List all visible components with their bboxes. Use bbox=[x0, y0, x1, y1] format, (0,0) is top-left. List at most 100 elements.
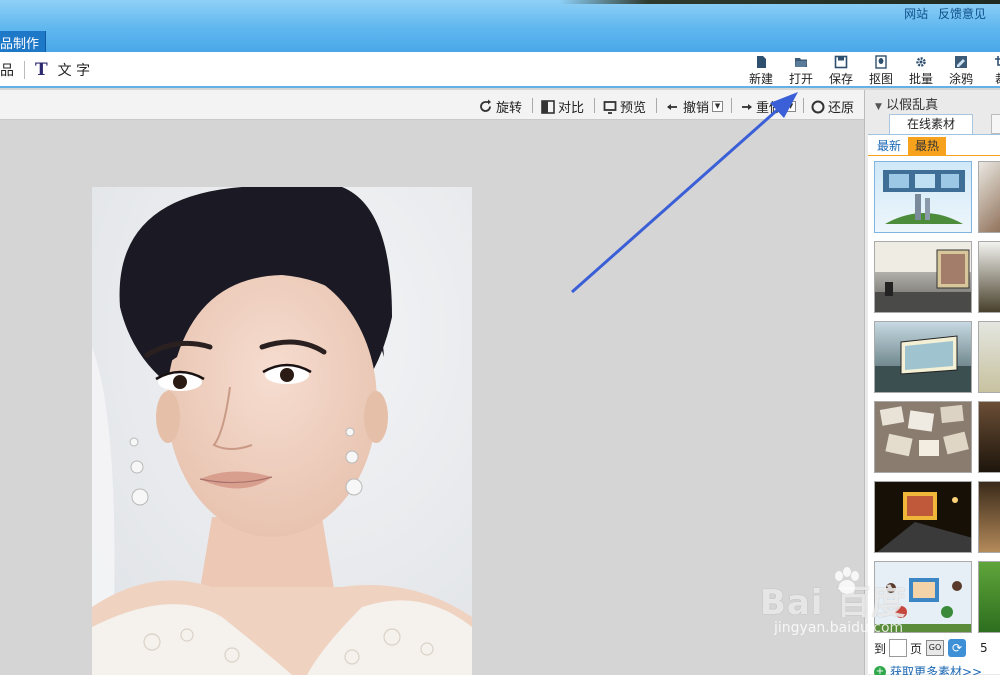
subtab-hottest[interactable]: 最热 bbox=[908, 137, 947, 155]
text-tool-label[interactable]: 文 字 bbox=[58, 60, 90, 80]
page-number-input[interactable] bbox=[889, 639, 908, 657]
main-toolbar: 品 T 文 字 新建 打开 保存 抠图 批量 涂鸦 裁 bbox=[0, 52, 1000, 88]
crop-button-label: 裁 bbox=[995, 72, 1000, 86]
save-icon bbox=[834, 55, 848, 69]
thumbnail-image bbox=[875, 242, 971, 312]
material-panel: ▼ 以假乱真 在线素材 最新 最热 到 页 GO ⟳ 5 + 获取更多素材>> bbox=[864, 90, 1000, 675]
tab-online-material[interactable]: 在线素材 bbox=[889, 114, 973, 134]
plus-icon: + bbox=[874, 665, 886, 675]
canvas-toolbar: 旋转 对比 预览 撤销 ▼ 重做 ▼ 还原 bbox=[0, 90, 864, 120]
toolbar-separator bbox=[731, 98, 732, 113]
material-thumbnail[interactable] bbox=[874, 241, 972, 313]
gear-icon bbox=[916, 57, 926, 67]
material-thumbnail[interactable] bbox=[874, 161, 972, 233]
preview-button[interactable]: 预览 bbox=[603, 97, 646, 116]
new-button-label: 新建 bbox=[748, 72, 773, 86]
portrait-photo[interactable] bbox=[92, 187, 472, 675]
undo-label: 撤销 bbox=[683, 101, 710, 116]
toolbar-separator bbox=[656, 98, 657, 113]
rotate-button[interactable]: 旋转 bbox=[478, 97, 522, 116]
website-link[interactable]: 网站 bbox=[904, 7, 928, 21]
material-thumbnail[interactable] bbox=[978, 241, 1000, 313]
cutout-button[interactable]: 抠图 bbox=[862, 55, 900, 87]
pagination: 到 页 GO ⟳ 5 bbox=[874, 637, 1000, 659]
undo-dropdown-icon[interactable]: ▼ bbox=[712, 101, 724, 112]
save-button-label: 保存 bbox=[828, 72, 853, 86]
material-thumbnail[interactable] bbox=[978, 161, 1000, 233]
portrait-illustration bbox=[92, 187, 472, 675]
pager-page-label: 页 bbox=[910, 641, 923, 656]
redo-label: 重做 bbox=[756, 101, 783, 116]
open-button-label: 打开 bbox=[788, 72, 813, 86]
open-button[interactable]: 打开 bbox=[782, 55, 820, 87]
text-tool-icon[interactable]: T bbox=[35, 60, 48, 80]
thumbnail-image bbox=[875, 335, 971, 392]
new-button[interactable]: 新建 bbox=[742, 55, 780, 87]
restore-icon bbox=[811, 100, 825, 113]
title-bar-shadow bbox=[560, 0, 1000, 4]
folder-open-icon bbox=[795, 58, 807, 67]
editing-canvas[interactable] bbox=[0, 121, 864, 675]
header-links: 网站 反馈意见 bbox=[898, 5, 986, 22]
toolbar-left-item[interactable]: 品 bbox=[0, 60, 14, 80]
preview-icon bbox=[603, 100, 617, 114]
thumbnail-image bbox=[875, 562, 971, 632]
material-thumbnail[interactable] bbox=[874, 481, 972, 553]
more-materials-link[interactable]: + 获取更多素材>> bbox=[874, 663, 982, 675]
material-thumbnail[interactable] bbox=[874, 401, 972, 473]
compare-button[interactable]: 对比 bbox=[541, 97, 584, 116]
batch-button-label: 批量 bbox=[908, 72, 933, 86]
thumbnail-image bbox=[879, 404, 969, 457]
crop-icon bbox=[995, 56, 1000, 66]
collapse-arrow-icon[interactable]: ▼ bbox=[875, 102, 882, 112]
thumbnail-image bbox=[883, 170, 965, 224]
restore-button[interactable]: 还原 bbox=[811, 97, 854, 116]
doodle-icon bbox=[955, 56, 967, 68]
tab-local-material[interactable] bbox=[991, 114, 1000, 134]
rotate-label: 旋转 bbox=[496, 101, 523, 116]
tab-production[interactable]: 品制作 bbox=[0, 31, 47, 52]
undo-button[interactable]: 撤销 ▼ bbox=[666, 97, 724, 116]
toolbar-divider bbox=[24, 61, 25, 79]
compare-icon bbox=[541, 99, 555, 114]
crop-button[interactable]: 裁 bbox=[982, 55, 1000, 87]
restore-label: 还原 bbox=[828, 101, 855, 116]
toolbar-left-group: 品 T 文 字 bbox=[0, 60, 90, 80]
material-thumbnail[interactable] bbox=[978, 401, 1000, 473]
toolbar-separator bbox=[532, 98, 533, 113]
rotate-icon bbox=[480, 99, 491, 112]
toolbar-separator bbox=[594, 98, 595, 113]
feedback-link[interactable]: 反馈意见 bbox=[938, 7, 986, 21]
preview-label: 预览 bbox=[620, 101, 647, 116]
redo-button[interactable]: 重做 ▼ bbox=[739, 97, 797, 116]
material-thumbnail[interactable] bbox=[874, 561, 972, 633]
material-thumbnail[interactable] bbox=[978, 321, 1000, 393]
material-thumbnail[interactable] bbox=[978, 561, 1000, 633]
save-button[interactable]: 保存 bbox=[822, 55, 860, 87]
doodle-button[interactable]: 涂鸦 bbox=[942, 55, 980, 87]
compare-label: 对比 bbox=[558, 101, 585, 116]
panel-section-header[interactable]: ▼ 以假乱真 bbox=[875, 94, 938, 113]
subtab-newest[interactable]: 最新 bbox=[870, 137, 908, 155]
toolbar-separator bbox=[803, 98, 804, 113]
subtab-underline bbox=[868, 155, 1000, 156]
material-thumbnail[interactable] bbox=[978, 481, 1000, 553]
redo-dropdown-icon[interactable]: ▼ bbox=[785, 101, 797, 112]
batch-button[interactable]: 批量 bbox=[902, 55, 940, 87]
pager-to-label: 到 bbox=[874, 641, 887, 656]
page-count: 5 bbox=[980, 641, 988, 655]
refresh-icon[interactable]: ⟳ bbox=[948, 639, 967, 657]
undo-icon bbox=[667, 103, 677, 110]
redo-icon bbox=[742, 103, 752, 110]
go-button[interactable]: GO bbox=[926, 640, 945, 656]
section-title: 以假乱真 bbox=[886, 98, 939, 113]
cutout-icon bbox=[875, 55, 887, 69]
title-bar: 网站 反馈意见 品制作 bbox=[0, 0, 1000, 52]
doodle-button-label: 涂鸦 bbox=[948, 72, 973, 86]
material-subtabs: 最新 最热 bbox=[870, 137, 947, 155]
thumbnail-image bbox=[875, 482, 971, 552]
material-list: 最新 最热 到 页 GO ⟳ 5 + 获取更多素材>> bbox=[868, 134, 1000, 675]
material-thumbnail[interactable] bbox=[874, 321, 972, 393]
cutout-button-label: 抠图 bbox=[868, 72, 893, 86]
more-materials-label: 获取更多素材>> bbox=[890, 665, 983, 675]
